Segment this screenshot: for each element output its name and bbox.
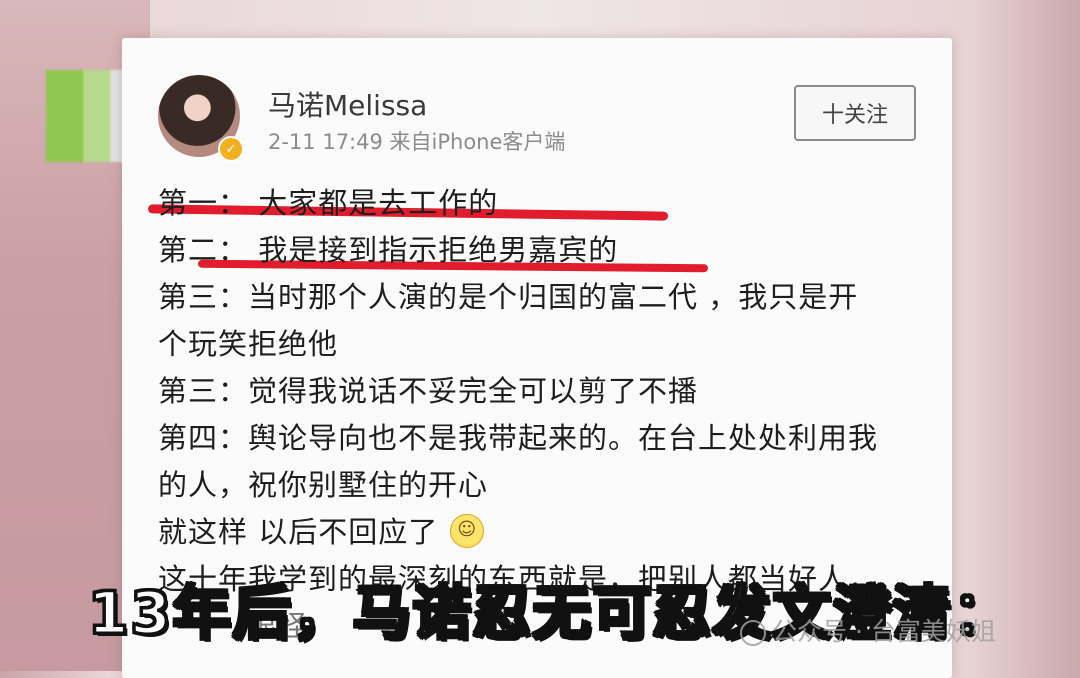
- username[interactable]: 马诺Melissa: [268, 84, 427, 124]
- post-line: 就这样 以后不回应了: [158, 515, 439, 549]
- post-meta: 2-11 17:49 来自iPhone客户端: [268, 130, 566, 154]
- verified-badge-icon: ✓: [218, 136, 244, 162]
- post-line: 个玩笑拒绝他: [158, 327, 339, 361]
- post-line: 第三：当时那个人演的是个归国的富二代 ，我只是开: [158, 280, 859, 314]
- watermark-text: 公众号 · 台富美妖姐: [772, 617, 996, 646]
- post-line-with-emoji: 就这样 以后不回应了 ☺: [158, 509, 918, 556]
- post-line: 第四：舆论导向也不是我带起来的。在台上处处利用我: [158, 421, 879, 455]
- post-line: 的人，祝你别墅住的开心: [158, 468, 489, 502]
- post-line: 第二： 我是接到指示拒绝男嘉宾的: [158, 233, 619, 267]
- smile-emoji-icon: ☺: [450, 514, 485, 548]
- post-line: 第三：觉得我说话不妥完全可以剪了不播: [158, 374, 699, 408]
- follow-button[interactable]: 十关注: [794, 85, 916, 141]
- wechat-icon: [740, 620, 766, 646]
- watermark: 公众号 · 台富美妖姐: [740, 612, 996, 648]
- post-line: 第一： 大家都是去工作的: [158, 186, 499, 220]
